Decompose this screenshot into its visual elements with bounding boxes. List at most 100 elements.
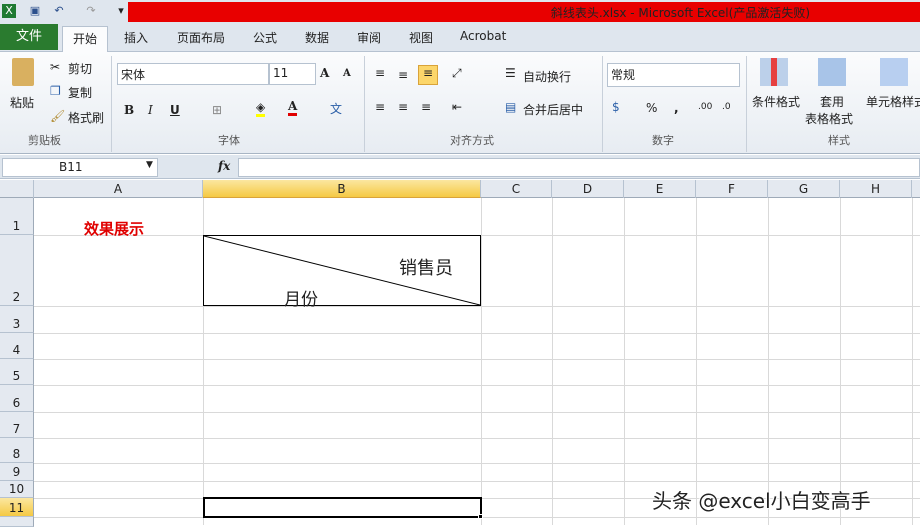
cell-b2-top-label: 销售员 <box>399 258 453 279</box>
font-color-icon[interactable]: A <box>288 99 298 116</box>
align-left-icon[interactable]: ≡ <box>375 100 385 114</box>
conditional-format-button[interactable]: 条件格式 <box>752 93 800 110</box>
window-title: 斜线表头.xlsx - Microsoft Excel(产品激活失败) <box>550 6 810 20</box>
gridline <box>34 481 920 482</box>
row-header-1[interactable]: 1 <box>0 198 34 235</box>
customize-toolbar-icon[interactable]: ▾ <box>114 4 128 18</box>
indent-icon[interactable]: ⇤ <box>452 100 462 114</box>
redo-icon[interactable]: ↷ <box>84 4 98 18</box>
row-header-11[interactable]: 11 <box>0 498 34 517</box>
column-header-e[interactable]: E <box>624 180 696 198</box>
phonetic-icon[interactable]: 文 <box>330 100 342 117</box>
row-header-6[interactable]: 6 <box>0 385 34 412</box>
align-top-icon[interactable]: ≡ <box>375 66 385 80</box>
wrap-text-icon: ☰ <box>505 66 516 80</box>
row-header-12[interactable] <box>0 517 34 527</box>
align-middle-icon[interactable]: ≡ <box>398 68 408 82</box>
conditional-format-icon <box>760 58 788 86</box>
font-size-select[interactable]: 11 <box>269 63 316 85</box>
align-right-icon[interactable]: ≡ <box>421 100 431 114</box>
cell-b2-bottom-label: 月份 <box>284 290 318 310</box>
row-header-5[interactable]: 5 <box>0 359 34 385</box>
undo-icon[interactable]: ↶ <box>52 4 66 18</box>
divider <box>602 56 603 152</box>
gridline <box>34 306 920 307</box>
row-header-2[interactable]: 2 <box>0 235 34 306</box>
save-icon[interactable]: ▣ <box>28 4 42 18</box>
watermark: 头条 @excel小白变高手 <box>652 489 871 513</box>
tab-data[interactable]: 数据 <box>305 29 329 46</box>
row-header-4[interactable]: 4 <box>0 333 34 359</box>
font-name-select[interactable]: 宋体 <box>117 63 269 85</box>
format-painter-button[interactable]: 格式刷 <box>68 109 104 126</box>
fill-handle[interactable] <box>478 514 483 519</box>
row-header-7[interactable]: 7 <box>0 412 34 438</box>
merge-center-button[interactable]: 合并后居中 <box>523 101 583 118</box>
tab-view[interactable]: 视图 <box>409 29 433 46</box>
orientation-icon[interactable]: ⤢ <box>452 66 462 81</box>
bold-button[interactable]: B <box>124 103 134 117</box>
cell-a1[interactable]: 效果展示 <box>84 218 144 239</box>
shrink-font-icon[interactable]: A <box>343 68 351 79</box>
tab-page-layout[interactable]: 页面布局 <box>177 29 225 46</box>
gridline <box>34 463 920 464</box>
gridline <box>552 198 553 525</box>
tab-acrobat[interactable]: Acrobat <box>460 29 506 43</box>
formula-input[interactable] <box>238 158 920 177</box>
excel-logo-icon: X <box>2 4 16 18</box>
fill-color-icon[interactable]: ◈ <box>256 100 266 117</box>
tab-insert[interactable]: 插入 <box>124 29 148 46</box>
cell-styles-button[interactable]: 单元格样式 <box>866 93 920 110</box>
align-center-icon[interactable]: ≡ <box>398 100 408 114</box>
currency-icon[interactable]: $ <box>612 100 620 114</box>
gridline <box>34 359 920 360</box>
row-header-3[interactable]: 3 <box>0 306 34 333</box>
cell-styles-icon <box>880 58 908 86</box>
grow-font-icon[interactable]: A <box>320 66 329 80</box>
wrap-text-button[interactable]: 自动换行 <box>523 68 571 85</box>
insert-function-icon[interactable]: fx <box>218 159 230 173</box>
increase-decimal-icon[interactable]: .00 <box>698 102 712 112</box>
cut-button[interactable]: 剪切 <box>68 60 92 77</box>
tab-file[interactable]: 文件 <box>0 24 58 50</box>
cell-b2[interactable]: 销售员 月份 <box>203 235 481 310</box>
gridline <box>481 198 482 525</box>
tab-review[interactable]: 审阅 <box>357 29 381 46</box>
row-header-8[interactable]: 8 <box>0 438 34 463</box>
column-header-c[interactable]: C <box>481 180 552 198</box>
align-bottom-icon[interactable]: ≡ <box>418 65 438 85</box>
comma-button[interactable]: , <box>674 101 679 115</box>
percent-button[interactable]: % <box>646 101 657 115</box>
column-header-b[interactable]: B <box>203 180 481 198</box>
select-all-button[interactable] <box>0 180 34 198</box>
column-header-h[interactable]: H <box>840 180 912 198</box>
divider <box>746 56 747 152</box>
copy-button[interactable]: 复制 <box>68 84 92 101</box>
underline-button[interactable]: U <box>170 103 180 117</box>
column-header-f[interactable]: F <box>696 180 768 198</box>
selected-cell-b11[interactable] <box>203 497 482 518</box>
column-header-g[interactable]: G <box>768 180 840 198</box>
decrease-decimal-icon[interactable]: .0 <box>722 102 731 112</box>
column-header-a[interactable]: A <box>34 180 203 198</box>
gridline <box>34 333 920 334</box>
paste-button[interactable]: 粘贴 <box>10 94 34 111</box>
gridline <box>624 198 625 525</box>
italic-button[interactable]: I <box>148 103 153 117</box>
format-as-table-label[interactable]: 套用 <box>820 93 844 110</box>
gridline <box>34 385 920 386</box>
border-icon[interactable]: ⊞ <box>212 103 222 117</box>
chevron-down-icon[interactable]: ▼ <box>146 160 153 170</box>
row-header-10[interactable]: 10 <box>0 481 34 498</box>
ribbon: 粘贴 ✂ 剪切 ❐ 复制 🖌 格式刷 剪贴板 宋体 11 A A B I U ⊞… <box>0 52 920 154</box>
tab-home[interactable]: 开始 <box>62 26 108 52</box>
number-format-select[interactable]: 常规 <box>607 63 740 87</box>
tab-formulas[interactable]: 公式 <box>253 29 277 46</box>
name-box[interactable]: B11 <box>2 158 158 177</box>
row-header-9[interactable]: 9 <box>0 463 34 481</box>
merge-icon: ▤ <box>505 100 517 114</box>
gridline <box>912 198 913 525</box>
format-as-table-button[interactable]: 表格格式 <box>805 110 853 127</box>
divider <box>111 56 112 152</box>
column-header-d[interactable]: D <box>552 180 624 198</box>
